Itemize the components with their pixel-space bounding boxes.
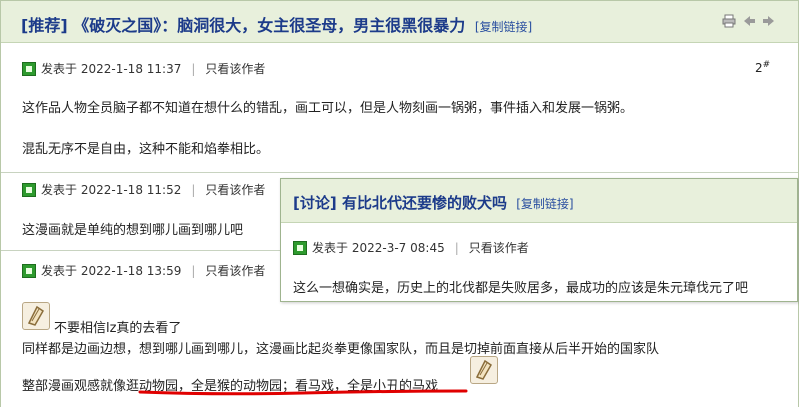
user-icon: [22, 263, 36, 278]
floor-mark: #: [762, 60, 771, 70]
author-only-link[interactable]: 只看该作者: [205, 60, 265, 77]
posted-label: 发表于: [41, 183, 78, 197]
sticker-icon: [22, 302, 50, 330]
post-time: 2022-1-18 11:37: [80, 61, 182, 76]
posted-label: 发表于: [41, 264, 78, 278]
sticker-icon: [470, 356, 498, 384]
post-text: 混乱无序不是自由，这种不能和焰拳相比。: [22, 142, 270, 157]
posted-label: 发表于: [312, 241, 349, 255]
post-divider: [1, 172, 798, 173]
divider: |: [191, 182, 196, 197]
post-time: 2022-1-18 13:59: [80, 263, 182, 278]
post-text: 这作品人物全员脑子都不知道在想什么的错乱，画工可以，但是人物刻画一锅粥，事件插入…: [22, 101, 634, 116]
thread-tools: [722, 14, 776, 28]
popup-text: 这么一想确实是，历史上的北伐都是失败居多，最成功的应该是朱元璋伐元了吧: [293, 281, 749, 296]
popup-title: [讨论] 有比北代还要惨的败犬吗 [复制链接]: [293, 192, 574, 213]
thread-title: [推荐] 《破灭之国》：脑洞很大，女主很圣母，男主很黑很暴力 [复制链接]: [21, 12, 532, 36]
user-icon: [22, 182, 36, 197]
author-only-link[interactable]: 只看该作者: [205, 262, 265, 279]
thread-title-link[interactable]: 《破灭之国》：脑洞很大，女主很圣母，男主很黑很暴力: [73, 16, 465, 35]
popup-copy-link-button[interactable]: [复制链接]: [516, 197, 573, 211]
post-text: 不要相信lz真的去看了: [54, 321, 182, 336]
thread-header: [推荐] 《破灭之国》：脑洞很大，女主很圣母，男主很黑很暴力 [复制链接]: [1, 1, 798, 43]
user-icon: [293, 240, 307, 255]
popup-title-link[interactable]: 有比北代还要惨的败犬吗: [342, 194, 507, 212]
author-only-link[interactable]: 只看该作者: [205, 181, 265, 198]
post-meta: 发表于 2022-1-18 11:52 | 只看该作者: [22, 181, 265, 198]
author-only-link[interactable]: 只看该作者: [469, 239, 529, 256]
popup-header: [讨论] 有比北代还要惨的败犬吗 [复制链接]: [281, 179, 797, 223]
floor-number-value: 2: [755, 61, 763, 75]
divider: |: [454, 240, 459, 255]
divider: |: [191, 263, 196, 278]
posted-label: 发表于: [41, 62, 78, 76]
post-meta: 发表于 2022-1-18 13:59 | 只看该作者: [22, 262, 265, 279]
post-time: 2022-3-7 08:45: [351, 240, 445, 255]
divider: |: [191, 61, 196, 76]
print-icon[interactable]: [722, 14, 736, 28]
popup-meta: 发表于 2022-3-7 08:45 | 只看该作者: [293, 239, 529, 256]
copy-link-button[interactable]: [复制链接]: [475, 20, 532, 34]
prev-icon[interactable]: [742, 14, 756, 28]
popup-title-prefix: [讨论]: [293, 194, 337, 212]
thread-title-prefix: [推荐]: [21, 16, 68, 35]
post-text: 这漫画就是单纯的想到哪儿画到哪儿吧: [22, 223, 244, 238]
user-icon: [22, 61, 36, 76]
post-time: 2022-1-18 11:52: [80, 182, 182, 197]
post-meta: 发表于 2022-1-18 11:37 | 只看该作者: [22, 60, 265, 77]
red-underline-annotation: [138, 389, 468, 396]
quote-popup: [讨论] 有比北代还要惨的败犬吗 [复制链接] 发表于 2022-3-7 08:…: [280, 178, 798, 302]
post-text: 同样都是边画边想，想到哪儿画到哪儿，这漫画比起炎拳更像国家队，而且是切掉前面直接…: [22, 342, 660, 357]
next-icon[interactable]: [762, 14, 776, 28]
floor-number[interactable]: 2#: [755, 60, 770, 75]
